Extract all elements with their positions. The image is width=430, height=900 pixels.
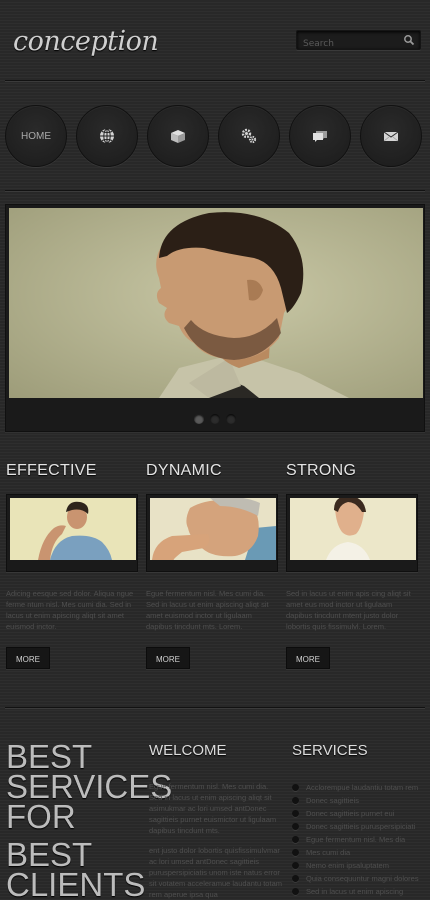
services-section: SERVICES Acclorempue laudantiu totam rem…	[292, 742, 424, 898]
tagline-line: CLIENTS	[6, 866, 146, 900]
search-box	[296, 30, 421, 53]
divider	[5, 80, 425, 82]
feature-thumbnail[interactable]	[6, 494, 138, 572]
feature-column-strong: STRONG Sed in lacus ut enim apis cing al…	[286, 462, 418, 669]
tagline: BEST SERVICES FOR BEST CLIENTS	[6, 740, 172, 900]
services-title: SERVICES	[292, 742, 368, 759]
service-link[interactable]: Donec sagittieis purnet eui	[292, 807, 424, 820]
feature-title: EFFECTIVE	[6, 462, 97, 479]
box-icon	[171, 130, 185, 143]
mail-icon	[383, 131, 399, 142]
feature-title: STRONG	[286, 462, 357, 479]
hero-slide-image	[9, 208, 423, 398]
nav-mail[interactable]	[360, 105, 422, 167]
nav-home[interactable]: HOME	[5, 105, 67, 167]
divider	[5, 707, 425, 709]
search-icon[interactable]	[403, 34, 415, 46]
more-button[interactable]: MORE	[146, 647, 190, 669]
nav-home-label: HOME	[21, 130, 51, 142]
slider-dot[interactable]	[194, 414, 204, 424]
divider	[5, 190, 425, 192]
feature-title: DYNAMIC	[146, 462, 222, 479]
service-link[interactable]: Egue fermentum nisl. Mes dia	[292, 833, 424, 846]
nav-globe[interactable]	[76, 105, 138, 167]
gears-icon	[241, 128, 257, 144]
main-nav: HOME	[5, 105, 425, 169]
chat-icon	[313, 131, 327, 142]
feature-column-effective: EFFECTIVE Adicing eesque sed dolor. Aliq…	[6, 462, 138, 669]
site-logo[interactable]: conception	[13, 26, 159, 57]
service-link[interactable]: Sed in lacus ut enim apiscing	[292, 885, 424, 898]
nav-box[interactable]	[147, 105, 209, 167]
feature-column-dynamic: DYNAMIC Egue fermentum nisl. Mes cumi di…	[146, 462, 278, 669]
search-input[interactable]	[297, 35, 397, 53]
welcome-text: Egue fermentum nisl. Mes cumi dia. Sed i…	[149, 782, 277, 835]
feature-thumbnail[interactable]	[286, 494, 418, 572]
globe-icon	[100, 128, 114, 144]
feature-text: Egue fermentum nisl. Mes cumi dia. Sed i…	[146, 589, 269, 631]
more-button[interactable]: MORE	[286, 647, 330, 669]
service-link[interactable]: Donec sagittieis	[292, 794, 424, 807]
welcome-section: WELCOME Egue fermentum nisl. Mes cumi di…	[149, 742, 283, 900]
slider-dot[interactable]	[210, 414, 220, 424]
welcome-title: WELCOME	[149, 742, 227, 759]
welcome-text: ent justo dolor lobortis quisfissimulvma…	[149, 846, 282, 899]
service-link[interactable]: Donec sagittieis puruspersipiciati	[292, 820, 424, 833]
nav-chat[interactable]	[289, 105, 351, 167]
feature-text: Sed in lacus ut enim apis cing aliqt sit…	[286, 589, 411, 631]
nav-settings[interactable]	[218, 105, 280, 167]
feature-thumbnail[interactable]	[146, 494, 278, 572]
more-button[interactable]: MORE	[6, 647, 50, 669]
service-link[interactable]: Nemo enim ipsaluptatem	[292, 859, 424, 872]
slider-dots	[6, 409, 424, 428]
service-link[interactable]: Mes cumi dia	[292, 846, 424, 859]
tagline-line: FOR	[6, 798, 76, 835]
service-link[interactable]: Acclorempue laudantiu totam rem	[292, 781, 424, 794]
hero-slider	[5, 204, 425, 432]
feature-text: Adicing eesque sed dolor. Aliqua ngue fe…	[6, 589, 134, 631]
services-list: Acclorempue laudantiu totam rem Donec sa…	[292, 781, 424, 898]
slider-dot[interactable]	[226, 414, 236, 424]
service-link[interactable]: Quia consequuntur magni dolores	[292, 872, 424, 885]
